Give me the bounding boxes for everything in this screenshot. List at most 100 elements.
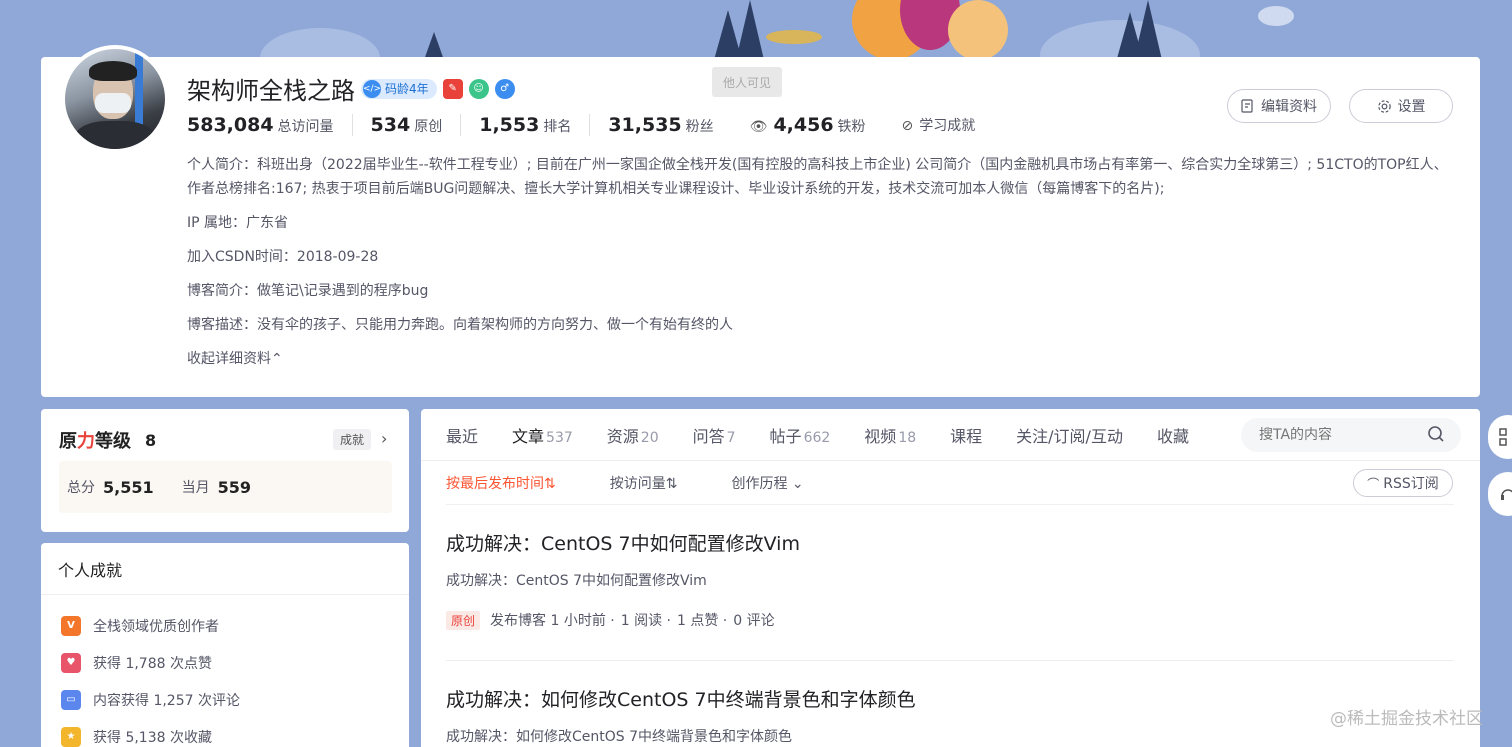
- personal-intro: 个人简介：科班出身（2022届毕业生--软件工程专业）; 目前在广州一家国企做全…: [187, 157, 1448, 197]
- settings-label: 设置: [1397, 99, 1426, 115]
- stat-value: 534: [370, 114, 411, 136]
- achievements-header: 个人成就: [41, 543, 409, 595]
- avatar[interactable]: [61, 45, 169, 153]
- list-item: V 全栈领域优质创作者: [61, 607, 409, 644]
- stat-label: 粉丝: [685, 119, 714, 135]
- achievements-card: 个人成就 V 全栈领域优质创作者 ♥ 获得 1,788 次点赞 ▭ 内容获得 1…: [41, 543, 409, 747]
- achievement-text: 全栈领域优质创作者: [93, 618, 219, 635]
- rss-icon: ⌒: [1367, 476, 1380, 491]
- achievement-text: 获得 1,788 次点赞: [93, 655, 212, 672]
- article-summary: 成功解决：CentOS 7中如何配置修改Vim: [446, 573, 707, 589]
- level-title: 原力等级 8: [59, 427, 156, 453]
- tab-recent[interactable]: 最近: [446, 423, 478, 447]
- eye-off-icon: ⊘: [901, 118, 914, 134]
- name-row: 架构师全栈之路 </> 码龄4年 ✎ ☺ ♂: [187, 71, 515, 106]
- stat-followers[interactable]: 31,535 粉丝: [589, 114, 731, 136]
- code-age-badge[interactable]: </> 码龄4年: [361, 78, 437, 99]
- learning-achievement-label: 学习成就: [919, 118, 976, 134]
- level-logo: 原力等级: [59, 431, 131, 452]
- edit-icon: [1241, 99, 1253, 113]
- level-card: 原力等级 8 成就 › 总分 5,551 当月 559: [41, 409, 409, 532]
- sort-bar: 按最后发布时间⇅ 按访问量⇅ 创作历程 ⌄ ⌒ RSS订阅: [446, 461, 1454, 505]
- list-item: ♥ 获得 1,788 次点赞: [61, 644, 409, 681]
- qr-code-icon: [1499, 428, 1507, 446]
- qr-code-float-button[interactable]: [1488, 415, 1512, 459]
- list-item: ★ 获得 5,138 次收藏: [61, 718, 409, 747]
- creator-icon[interactable]: ☺: [468, 78, 489, 99]
- rss-label: RSS订阅: [1383, 476, 1439, 492]
- star-icon: ★: [61, 726, 81, 747]
- user-name: 架构师全栈之路: [187, 77, 355, 105]
- search-icon[interactable]: [1427, 425, 1445, 443]
- rss-subscribe-button[interactable]: ⌒ RSS订阅: [1353, 469, 1453, 497]
- score-box: 总分 5,551 当月 559: [59, 461, 392, 513]
- tab-follow[interactable]: 关注/订阅/互动: [1016, 423, 1123, 447]
- search-box[interactable]: [1241, 418, 1461, 452]
- tab-favorites[interactable]: 收藏: [1157, 423, 1189, 447]
- tab-videos[interactable]: 视频 18: [864, 423, 916, 447]
- stat-value: 4,456: [773, 114, 834, 136]
- blog-expert-icon[interactable]: ✎: [442, 78, 463, 99]
- month-score-value: 559: [217, 477, 252, 497]
- sort-by-visits[interactable]: 按访问量⇅: [610, 473, 678, 493]
- search-input[interactable]: [1259, 427, 1409, 443]
- stat-label: 排名: [543, 119, 572, 135]
- comment-icon: ▭: [61, 689, 81, 710]
- tab-qa[interactable]: 问答 7: [693, 423, 736, 447]
- blog-description: 博客描述：没有伞的孩子、只能用力奔跑。向着架构师的方向努力、做一个有始有终的人: [187, 317, 733, 333]
- stat-label: 原创: [414, 119, 443, 135]
- article-title[interactable]: 成功解决：如何修改CentOS 7中终端背景色和字体颜色: [446, 685, 1454, 712]
- gear-icon: [1377, 99, 1391, 113]
- article-item[interactable]: 成功解决：CentOS 7中如何配置修改Vim 成功解决：CentOS 7中如何…: [446, 529, 1454, 661]
- stat-total-visits[interactable]: 583,084 总访问量: [187, 114, 352, 136]
- creation-history-dropdown[interactable]: 创作历程 ⌄: [731, 473, 803, 493]
- collapse-details-link[interactable]: 收起详细资料⌃: [187, 347, 283, 371]
- total-score-label: 总分: [67, 480, 95, 496]
- level-number: 8: [145, 430, 157, 450]
- original-tag: 原创: [446, 610, 481, 630]
- stat-label: 铁粉: [837, 119, 866, 135]
- stat-value: 583,084: [187, 114, 274, 136]
- eye-icon: 👁: [749, 119, 768, 135]
- tab-resources[interactable]: 资源 20: [607, 423, 659, 447]
- article-title[interactable]: 成功解决：CentOS 7中如何配置修改Vim: [446, 529, 1454, 556]
- achievement-text: 内容获得 1,257 次评论: [93, 692, 240, 709]
- tab-courses[interactable]: 课程: [950, 423, 982, 447]
- stat-original[interactable]: 534 原创: [351, 114, 461, 136]
- achievement-text: 获得 5,138 次收藏: [93, 729, 212, 746]
- month-score-label: 当月: [181, 480, 210, 496]
- tab-articles[interactable]: 文章 537: [512, 423, 573, 447]
- learning-achievement[interactable]: ⊘ 学习成就: [884, 115, 994, 135]
- settings-button[interactable]: 设置: [1349, 89, 1453, 123]
- visibility-tooltip: 他人可见: [712, 67, 782, 97]
- stat-iron-fans[interactable]: 👁 4,456 铁粉: [732, 114, 884, 136]
- comment-count: 0 评论: [733, 613, 775, 629]
- profile-banner: [0, 0, 1512, 60]
- certification-icon[interactable]: ♂: [494, 78, 515, 99]
- stat-label: 总访问量: [277, 119, 334, 135]
- stat-value: 31,535: [608, 114, 682, 136]
- chevron-right-icon[interactable]: ›: [381, 429, 387, 448]
- read-count: 1 阅读 ·: [620, 613, 671, 629]
- like-count: 1 点赞 ·: [677, 613, 728, 629]
- article-item[interactable]: 成功解决：如何修改CentOS 7中终端背景色和字体颜色 成功解决：如何修改Ce…: [446, 685, 1454, 747]
- stats-row: 583,084 总访问量 534 原创 1,553 排名 31,535 粉丝 👁…: [187, 113, 993, 137]
- publish-time: 发布博客 1 小时前 ·: [490, 613, 615, 629]
- customer-service-float-button[interactable]: [1488, 472, 1512, 516]
- profile-card: 架构师全栈之路 </> 码龄4年 ✎ ☺ ♂ 他人可见 583,084 总访问量…: [41, 45, 1480, 397]
- edit-profile-button[interactable]: 编辑资料: [1227, 89, 1331, 123]
- tab-posts[interactable]: 帖子 662: [770, 423, 831, 447]
- total-score-value: 5,551: [103, 477, 154, 497]
- achievement-tag[interactable]: 成就: [333, 429, 372, 450]
- stat-rank[interactable]: 1,553 排名: [460, 114, 589, 136]
- join-date: 加入CSDN时间：2018-09-28: [187, 249, 379, 265]
- main-content: 最近 文章 537 资源 20 问答 7 帖子 662 视频 18 课程 关注/订阅/互动…: [421, 409, 1480, 747]
- watermark: @稀土掘金技术社区: [1330, 709, 1483, 729]
- code-age-label: 码龄4年: [385, 82, 429, 96]
- blog-intro: 博客简介：做笔记\记录遇到的程序bug: [187, 283, 429, 299]
- stat-value: 1,553: [479, 114, 540, 136]
- ip-location: IP 属地：广东省: [187, 215, 289, 231]
- sort-by-time[interactable]: 按最后发布时间⇅: [446, 473, 556, 493]
- article-summary: 成功解决：如何修改CentOS 7中终端背景色和字体颜色: [446, 729, 793, 745]
- v-badge-icon: V: [61, 615, 81, 636]
